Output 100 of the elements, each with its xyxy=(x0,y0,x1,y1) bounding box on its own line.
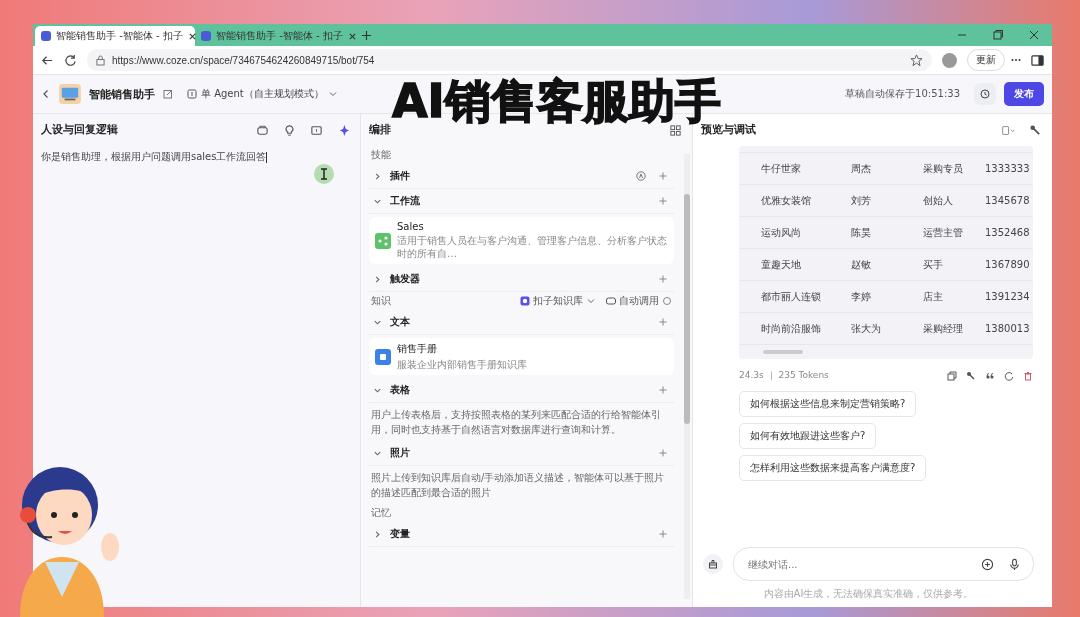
chevron-icon xyxy=(373,274,382,284)
star-icon[interactable] xyxy=(910,53,923,67)
autosave-status: 草稿自动保存于10:51:33 xyxy=(845,87,960,101)
wrench-icon[interactable] xyxy=(1029,123,1042,137)
layers-icon[interactable] xyxy=(256,123,269,137)
table-cell-text: 买手 xyxy=(923,257,944,272)
section-header[interactable]: 变量 xyxy=(369,522,674,547)
document-settings-icon[interactable] xyxy=(1002,123,1015,137)
publish-button[interactable]: 发布 xyxy=(1004,82,1044,106)
chevron-icon xyxy=(373,529,382,539)
suggested-question[interactable]: 怎样利用这些数据来提高客户满意度? xyxy=(739,455,927,481)
copy-icon[interactable] xyxy=(947,370,957,381)
table-cell-text: 1391234 xyxy=(985,291,1031,302)
add-icon xyxy=(658,529,668,539)
close-icon[interactable] xyxy=(187,31,197,41)
prompt-editor[interactable]: 你是销售助理，根据用户问题调用sales工作流回答 xyxy=(33,146,360,168)
history-icon xyxy=(980,89,990,99)
chevron-down-icon xyxy=(327,89,338,99)
section-header[interactable]: 文本 xyxy=(369,310,674,335)
panel-icon[interactable] xyxy=(310,123,323,137)
restore-icon[interactable] xyxy=(992,29,1004,41)
resource-card[interactable]: Sales 适用于销售人员在与客户沟通、管理客户信息、分析客户状态时的所有自… xyxy=(369,217,674,264)
table-cell-text: 1352468 xyxy=(985,227,1031,238)
document-icon xyxy=(375,348,391,365)
wrench-icon[interactable] xyxy=(966,370,976,381)
update-button[interactable]: 更新 xyxy=(967,49,1005,71)
section-header[interactable]: 工作流 xyxy=(369,189,674,214)
group-label: 技能 xyxy=(371,148,391,162)
delete-icon[interactable] xyxy=(1023,370,1033,381)
table-cell-text: 时尚前沿服饰 xyxy=(761,321,822,336)
table-cell-text: 运营主管 xyxy=(923,225,964,240)
monitor-icon xyxy=(59,84,81,104)
section-header[interactable]: 插件 xyxy=(369,164,674,189)
microphone-icon[interactable] xyxy=(1008,557,1021,571)
close-icon[interactable] xyxy=(1028,29,1040,41)
scrollbar[interactable] xyxy=(684,154,690,599)
knowledge-base-icon xyxy=(520,296,530,306)
resource-card[interactable]: 销售手册 服装企业内部销售手册知识库 xyxy=(369,338,674,375)
group-label: 记忆 xyxy=(371,506,391,520)
table-cell-text: 刘芳 xyxy=(851,193,872,208)
section-description: 照片上传到知识库后自动/手动添加语义描述，智能体可以基于照片的描述匹配到最合适的照片 xyxy=(371,471,666,500)
table-cell-text: 采购经理 xyxy=(923,321,964,336)
section-header[interactable]: 表格 xyxy=(369,378,674,403)
chat-input[interactable]: 继续对话... xyxy=(746,557,967,571)
table-cell-text: 李婷 xyxy=(851,289,872,304)
resource-name: Sales xyxy=(397,221,425,232)
refresh-icon[interactable] xyxy=(1004,370,1014,381)
response-stats: 24.3s ｜ 235 Tokens xyxy=(739,369,829,382)
workflow-icon xyxy=(375,232,391,249)
add-icon xyxy=(658,385,668,395)
table-cell-text: 童趣天地 xyxy=(761,257,802,272)
section-description: 用户上传表格后，支持按照表格的某列来匹配合适的行给智能体引用，同时也支持基于自然语言对数据库进行查询和计算。 xyxy=(371,408,662,437)
add-icon xyxy=(658,274,668,284)
disclaimer: 内容由AI生成，无法确保真实准确，仅供参考。 xyxy=(763,587,974,601)
table-cell-text: 优雅女装馆 xyxy=(761,193,812,208)
chevron-icon xyxy=(373,171,382,181)
knowledge-source-dropdown[interactable]: 扣子知识库 xyxy=(520,294,596,308)
resource-name: 销售手册 xyxy=(397,342,438,356)
browser-tab[interactable]: 智能销售助手 -智能体 - 扣子 xyxy=(35,26,195,46)
chevron-down-icon xyxy=(586,296,596,306)
auto-call-setting[interactable]: 自动调用 xyxy=(606,294,672,308)
table-cell-text: 1367890 xyxy=(985,259,1031,270)
add-icon xyxy=(658,448,668,458)
agent-mode-dropdown[interactable]: 单 Agent（自主规划模式） xyxy=(181,86,344,102)
grid-icon[interactable] xyxy=(669,123,682,137)
suggested-question[interactable]: 如何根据这些信息来制定营销策略? xyxy=(739,391,917,417)
add-icon xyxy=(658,317,668,327)
favicon-icon xyxy=(41,31,51,41)
resource-description: 服装企业内部销售手册知识库 xyxy=(397,358,527,371)
table-cell-text: 1333333 xyxy=(985,163,1031,174)
sparkle-icon[interactable] xyxy=(337,123,350,137)
history-button[interactable] xyxy=(974,83,996,105)
sidebar-icon[interactable] xyxy=(1031,53,1044,67)
back-chevron-icon[interactable] xyxy=(41,89,51,99)
table-cell-text: 店主 xyxy=(923,289,944,304)
bulb-icon[interactable] xyxy=(283,123,296,137)
favicon-icon xyxy=(201,31,211,41)
table-cell-text: 赵敏 xyxy=(851,257,872,272)
table-cell-text: 牛仔世家 xyxy=(761,161,802,176)
section-header[interactable]: 触发器 xyxy=(369,267,674,292)
close-icon[interactable] xyxy=(347,31,357,41)
table-cell-text: 1345678 xyxy=(985,195,1031,206)
chat-box[interactable]: 继续对话... xyxy=(733,547,1034,581)
table-cell-text: 陈昊 xyxy=(851,225,872,240)
group-label: 知识 xyxy=(371,294,391,308)
edit-icon[interactable] xyxy=(163,89,173,99)
table-cell-text: 采购专员 xyxy=(923,161,964,176)
section-header[interactable]: 照片 xyxy=(369,441,674,466)
quote-icon[interactable] xyxy=(985,370,995,381)
new-tab-icon[interactable] xyxy=(361,29,372,41)
suggested-question[interactable]: 如何有效地跟进这些客户? xyxy=(739,423,877,449)
browser-tab[interactable]: 智能销售助手 -智能体 - 扣子 xyxy=(195,26,355,46)
clear-chat-button[interactable] xyxy=(703,554,723,574)
table-cell-text: 1380013 xyxy=(985,323,1031,334)
address-bar[interactable]: https://www.coze.cn/space/7346754624260849715/bot/754 xyxy=(87,49,932,71)
reload-icon[interactable] xyxy=(64,53,77,67)
table-cell-text: 张大为 xyxy=(851,321,882,336)
add-icon[interactable] xyxy=(981,557,994,571)
table-cell-text: 都市丽人连锁 xyxy=(761,289,822,304)
avatar[interactable] xyxy=(942,52,957,68)
